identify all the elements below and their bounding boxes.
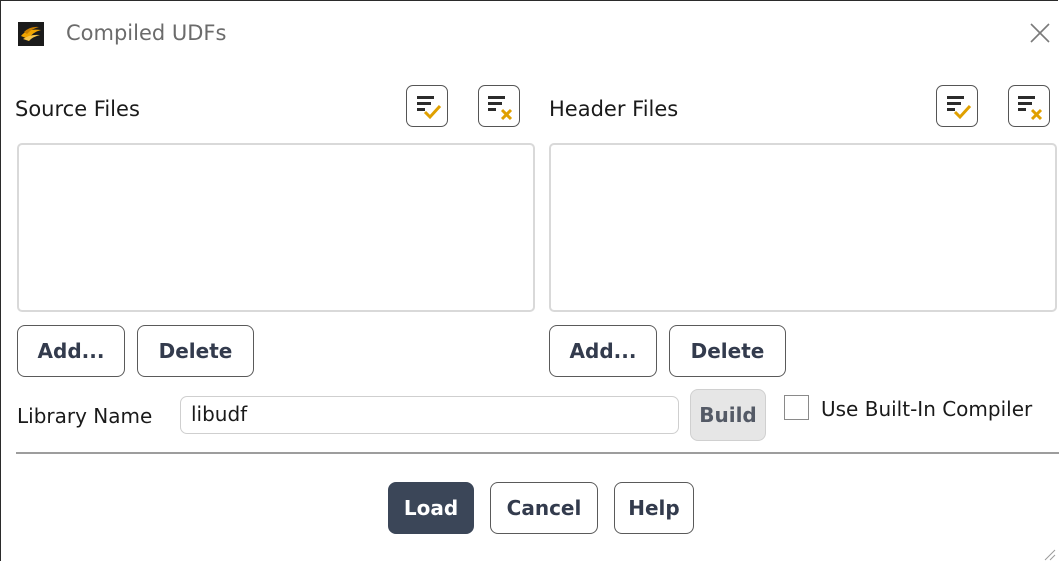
use-built-in-compiler-checkbox[interactable]	[784, 395, 809, 420]
header-deselect-all-button[interactable]	[1008, 85, 1050, 127]
header-files-label: Header Files	[549, 97, 679, 121]
build-button[interactable]: Build	[690, 389, 766, 441]
select-all-icon	[417, 96, 442, 120]
header-delete-button[interactable]: Delete	[669, 325, 786, 377]
title-bar: Compiled UDFs	[1, 1, 1058, 67]
source-files-list[interactable]	[17, 143, 535, 312]
library-name-input[interactable]: libudf	[180, 396, 679, 434]
compiled-udfs-dialog: Compiled UDFs Source Files Add... Delete	[0, 0, 1059, 562]
header-select-all-button[interactable]	[936, 85, 978, 127]
load-button[interactable]: Load	[388, 482, 474, 534]
resize-grip-icon[interactable]	[1041, 546, 1057, 562]
source-add-button[interactable]: Add...	[17, 325, 125, 377]
source-deselect-all-button[interactable]	[478, 85, 520, 127]
source-delete-button[interactable]: Delete	[137, 325, 254, 377]
library-name-label: Library Name	[17, 404, 153, 428]
close-icon[interactable]	[1026, 19, 1054, 47]
deselect-all-icon	[1018, 96, 1043, 121]
divider	[16, 452, 1059, 454]
header-add-button[interactable]: Add...	[549, 325, 657, 377]
use-built-in-compiler-label: Use Built-In Compiler	[821, 397, 1033, 421]
deselect-all-icon	[488, 96, 513, 121]
app-icon	[18, 22, 44, 46]
select-all-icon	[947, 96, 972, 120]
cancel-button[interactable]: Cancel	[490, 482, 598, 534]
source-select-all-button[interactable]	[406, 85, 448, 127]
help-button[interactable]: Help	[614, 482, 694, 534]
source-files-label: Source Files	[15, 97, 140, 121]
window-title: Compiled UDFs	[66, 21, 227, 45]
header-files-list[interactable]	[549, 143, 1057, 312]
